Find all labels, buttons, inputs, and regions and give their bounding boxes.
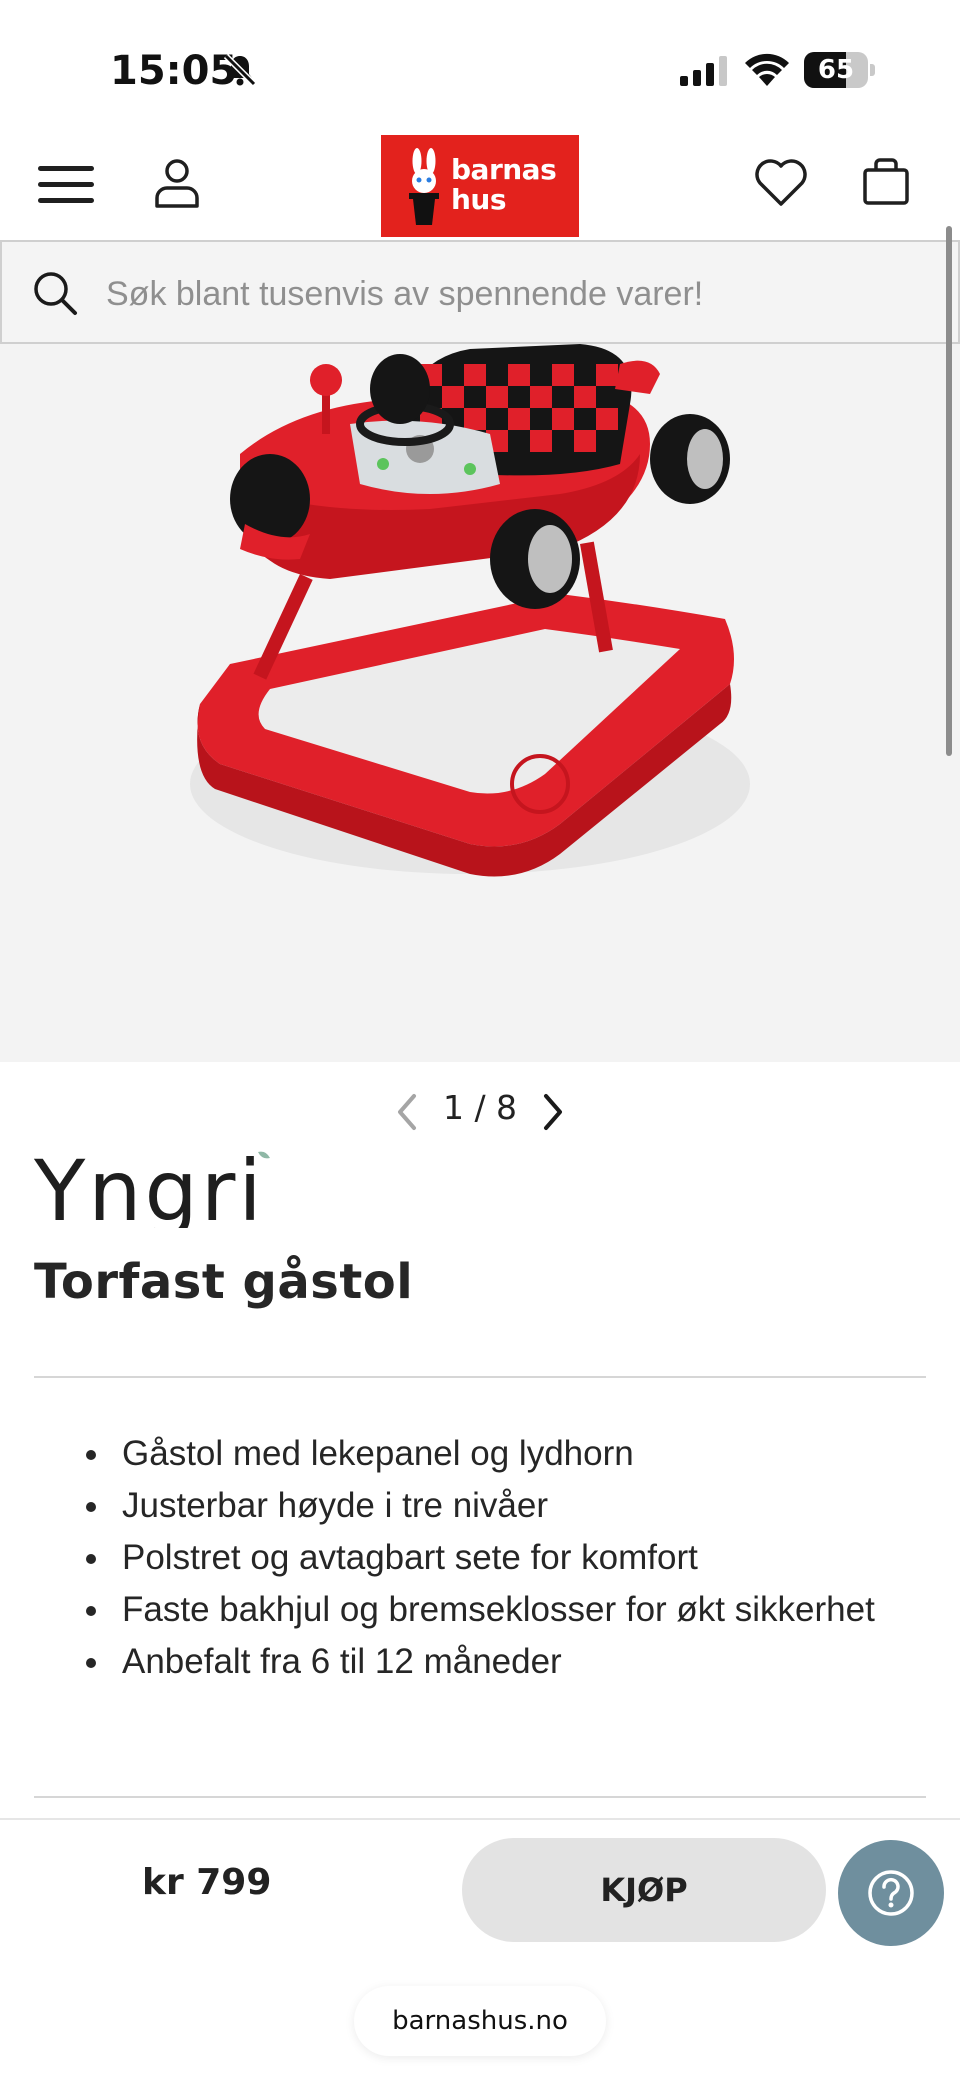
feature-list: Gåstol med lekepanel og lydhorn Justerba… <box>86 1428 902 1688</box>
menu-icon[interactable] <box>38 162 96 208</box>
search-input[interactable] <box>106 266 926 322</box>
chevron-left-icon[interactable] <box>392 1090 420 1134</box>
bag-icon[interactable] <box>862 156 910 206</box>
logo-line-1: barnas <box>451 153 557 186</box>
feature-item: Gåstol med lekepanel og lydhorn <box>86 1428 902 1480</box>
question-icon <box>868 1870 914 1916</box>
image-pager: 1 / 8 <box>0 1080 960 1150</box>
wifi-icon <box>745 53 789 86</box>
product-image[interactable] <box>0 344 960 1062</box>
divider <box>34 1796 926 1798</box>
buy-bar: kr 799 KJØP <box>0 1818 960 1958</box>
logo-line-2: hus <box>451 183 507 216</box>
product-title: Torfast gåstol <box>34 1254 414 1310</box>
brand-name: Yngri <box>34 1148 265 1228</box>
logo-text: barnas hus <box>451 155 573 215</box>
battery-level: 65 <box>817 55 855 85</box>
feature-item: Anbefalt fra 6 til 12 måneder <box>86 1636 902 1688</box>
url-bar[interactable]: barnashus.no <box>354 1986 606 2056</box>
price: kr 799 <box>142 1862 272 1903</box>
site-header: barnas hus <box>0 130 960 240</box>
brand-logo[interactable]: Yngri <box>34 1148 274 1228</box>
search-bar <box>0 240 960 344</box>
pager-count: 1 / 8 <box>442 1088 518 1127</box>
buy-button[interactable]: KJØP <box>462 1838 826 1942</box>
baby-walker-illustration <box>190 344 750 877</box>
heart-icon[interactable] <box>754 158 808 208</box>
scrollbar[interactable] <box>946 226 952 756</box>
bunny-icon <box>409 148 439 225</box>
barnashus-logo[interactable]: barnas hus <box>381 135 579 237</box>
feature-item: Polstret og avtagbart sete for komfort <box>86 1532 902 1584</box>
feature-item: Faste bakhjul og bremseklosser for økt s… <box>86 1584 902 1636</box>
search-icon[interactable] <box>32 270 78 316</box>
divider <box>34 1376 926 1378</box>
battery-icon: 65 <box>804 52 876 88</box>
help-button[interactable] <box>838 1840 944 1946</box>
user-icon[interactable] <box>154 158 200 210</box>
feature-item: Justerbar høyde i tre nivåer <box>86 1480 902 1532</box>
status-bar: 15:05 65 <box>0 0 960 130</box>
chevron-right-icon[interactable] <box>540 1090 568 1134</box>
signal-icon <box>680 56 727 86</box>
clock: 15:05 <box>110 48 238 94</box>
bell-off-icon <box>223 53 257 87</box>
